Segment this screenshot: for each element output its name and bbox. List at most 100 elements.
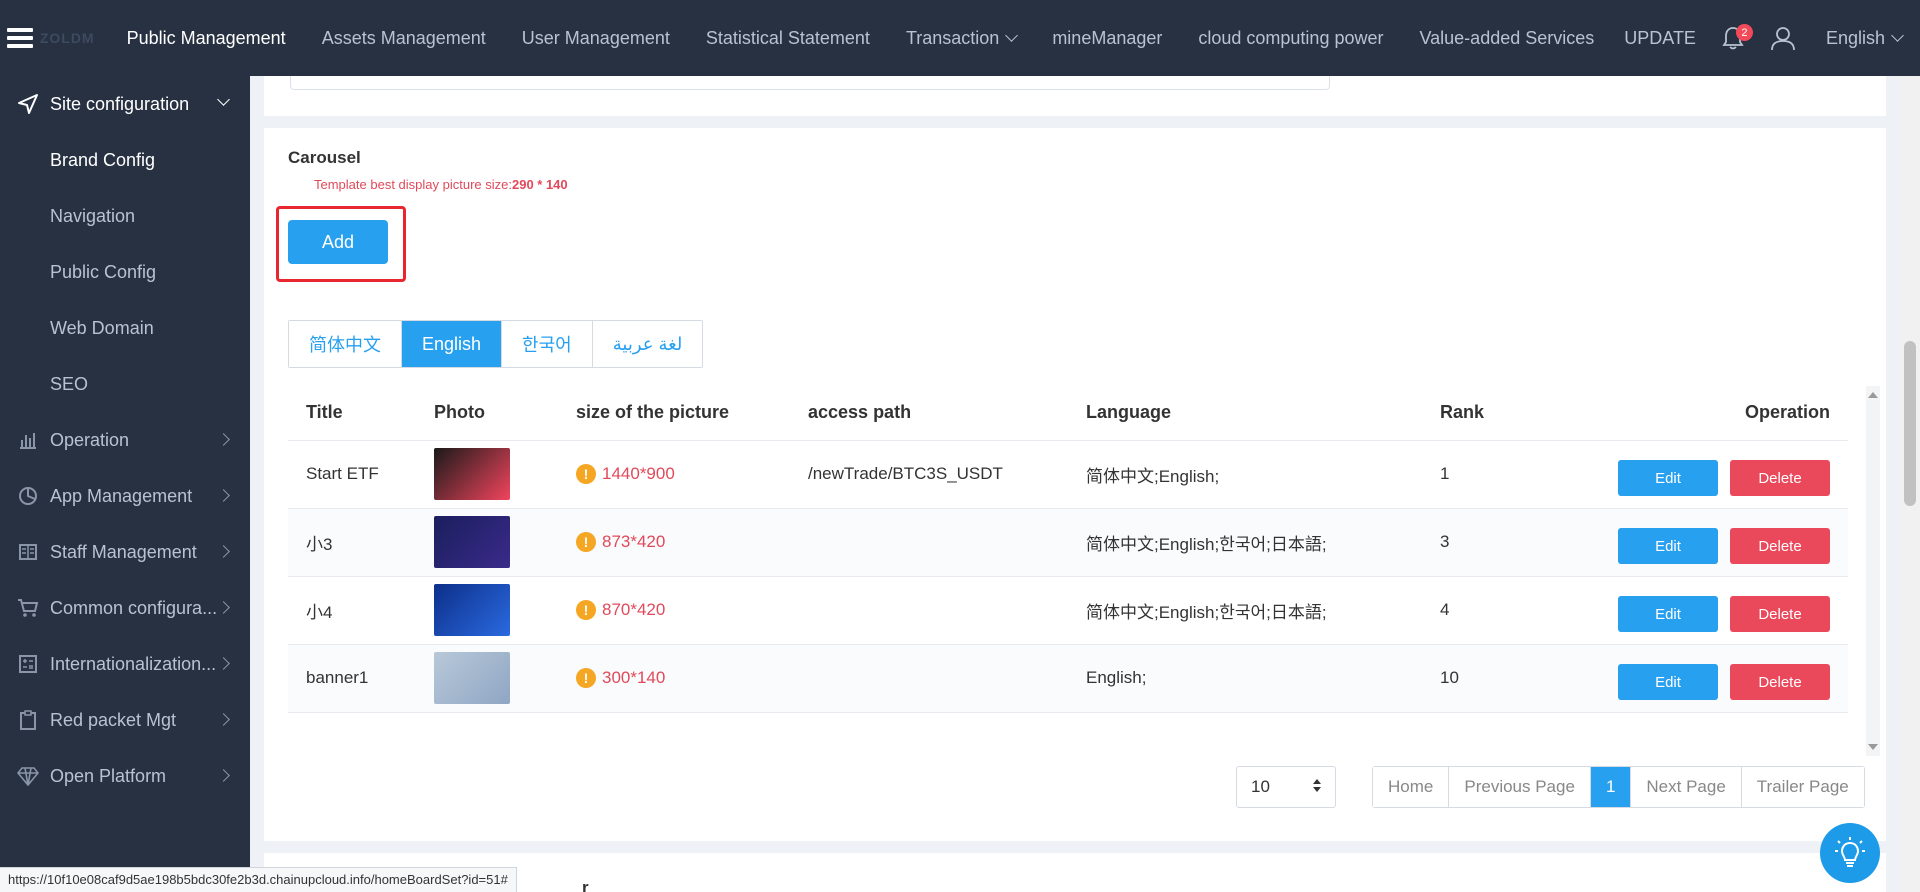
- sidebar-item-common-configuration[interactable]: Common configura...: [0, 580, 250, 636]
- warning-icon: !: [576, 600, 596, 620]
- notification-button[interactable]: 2: [1708, 0, 1758, 76]
- nav-assets-management[interactable]: Assets Management: [304, 0, 504, 76]
- delete-button[interactable]: Delete: [1730, 460, 1830, 496]
- edit-button[interactable]: Edit: [1618, 664, 1718, 700]
- nav-mine-manager[interactable]: mineManager: [1034, 0, 1180, 76]
- logo: ZOLDM: [39, 30, 95, 46]
- add-button[interactable]: Add: [288, 220, 388, 264]
- sidebar-item-open-platform[interactable]: Open Platform: [0, 748, 250, 804]
- table-row: Start ETF ! 1440*900 /newTrade/BTC3S_USDT…: [288, 440, 1848, 509]
- carousel-photo-thumbnail[interactable]: [434, 516, 510, 568]
- user-menu-button[interactable]: [1758, 0, 1808, 76]
- column-photo: Photo: [416, 386, 558, 441]
- row-language: English;: [1068, 644, 1422, 713]
- chevron-right-icon: [217, 489, 230, 502]
- sidebar-item-app-management[interactable]: App Management: [0, 468, 250, 524]
- tab-english[interactable]: English: [402, 321, 503, 367]
- chevron-right-icon: [217, 545, 230, 558]
- select-arrows-icon: [1313, 779, 1321, 792]
- table-header-row: Title Photo size of the picture access p…: [288, 386, 1848, 441]
- delete-button[interactable]: Delete: [1730, 596, 1830, 632]
- main-content: Carousel Template best display picture s…: [250, 76, 1900, 892]
- page-number-current[interactable]: 1: [1590, 767, 1632, 807]
- tab-simplified-chinese[interactable]: 简体中文: [289, 321, 402, 367]
- sidebar-item-navigation[interactable]: Navigation: [0, 188, 250, 244]
- chevron-down-icon: [217, 93, 230, 106]
- nav-public-management[interactable]: Public Management: [109, 0, 304, 76]
- bar-chart-icon: [16, 428, 40, 452]
- scrollbar-thumb[interactable]: [1904, 341, 1916, 506]
- nav-statistical-statement[interactable]: Statistical Statement: [688, 0, 888, 76]
- page-home[interactable]: Home: [1373, 767, 1450, 807]
- scroll-down-icon[interactable]: [1868, 744, 1878, 750]
- tab-korean[interactable]: 한국어: [502, 321, 593, 367]
- page-next[interactable]: Next Page: [1631, 767, 1742, 807]
- carousel-photo-thumbnail[interactable]: [434, 584, 510, 636]
- row-size: 873*420: [602, 532, 666, 551]
- edit-button[interactable]: Edit: [1618, 596, 1718, 632]
- previous-section-panel: [264, 76, 1886, 116]
- lightbulb-icon: [1835, 837, 1865, 867]
- size-hint: Template best display picture size:290 *…: [314, 177, 568, 192]
- carousel-table: Title Photo size of the picture access p…: [288, 386, 1858, 741]
- sidebar-item-seo[interactable]: SEO: [0, 356, 250, 412]
- carousel-photo-thumbnail[interactable]: [434, 448, 510, 500]
- page-previous[interactable]: Previous Page: [1449, 767, 1591, 807]
- edit-button[interactable]: Edit: [1618, 528, 1718, 564]
- nav-update[interactable]: UPDATE: [1612, 0, 1708, 76]
- help-button[interactable]: [1820, 823, 1880, 883]
- row-size: 1440*900: [602, 464, 675, 483]
- page-size-select[interactable]: 10: [1236, 766, 1336, 808]
- clipboard-icon: [16, 708, 40, 732]
- sidebar-item-web-domain[interactable]: Web Domain: [0, 300, 250, 356]
- page-scrollbar[interactable]: [1900, 76, 1920, 892]
- row-size: 300*140: [602, 668, 666, 687]
- row-size: 870*420: [602, 600, 666, 619]
- sidebar-item-operation[interactable]: Operation: [0, 412, 250, 468]
- diamond-icon: [16, 764, 40, 788]
- sidebar-item-staff-management[interactable]: Staff Management: [0, 524, 250, 580]
- sidebar-item-red-packet-mgt[interactable]: Red packet Mgt: [0, 692, 250, 748]
- sidebar-item-brand-config[interactable]: Brand Config: [0, 132, 250, 188]
- nav-transaction[interactable]: Transaction: [888, 0, 1034, 76]
- nav-value-added-services[interactable]: Value-added Services: [1401, 0, 1612, 76]
- row-rank: 1: [1422, 440, 1572, 509]
- sidebar-item-public-config[interactable]: Public Config: [0, 244, 250, 300]
- column-size: size of the picture: [558, 386, 790, 441]
- chevron-down-icon: [1891, 29, 1904, 42]
- carousel-panel: Carousel Template best display picture s…: [264, 128, 1886, 841]
- previous-section-field: [290, 76, 1330, 90]
- row-access-path: [790, 644, 1068, 713]
- delete-button[interactable]: Delete: [1730, 664, 1830, 700]
- delete-button[interactable]: Delete: [1730, 528, 1830, 564]
- user-icon: [1771, 27, 1795, 51]
- nav-user-management[interactable]: User Management: [504, 0, 688, 76]
- language-selector[interactable]: English: [1808, 0, 1920, 76]
- send-icon: [16, 92, 40, 116]
- pagination: Home Previous Page 1 Next Page Trailer P…: [1372, 766, 1865, 808]
- top-nav: Public Management Assets Management User…: [109, 0, 1920, 76]
- table-row: 小4 ! 870*420 简体中文;English;한국어;日本語; 4 Edit…: [288, 576, 1848, 645]
- nav-cloud-computing-power[interactable]: cloud computing power: [1180, 0, 1401, 76]
- table-scrollbar[interactable]: [1866, 386, 1880, 756]
- sidebar-group-site-configuration[interactable]: Site configuration: [0, 76, 250, 132]
- carousel-photo-thumbnail[interactable]: [434, 652, 510, 704]
- chevron-right-icon: [217, 433, 230, 446]
- table-row: banner1 ! 300*140 English; 10 Edit Delete: [288, 644, 1848, 713]
- scroll-up-icon[interactable]: [1868, 392, 1878, 398]
- row-title: banner1: [288, 644, 416, 713]
- warning-icon: !: [576, 532, 596, 552]
- row-language: 简体中文;English;한국어;日本語;: [1068, 508, 1422, 577]
- sidebar-item-internationalization[interactable]: Internationalization...: [0, 636, 250, 692]
- status-bar-url: https://10f10e08caf9d5ae198b5bdc30fe2b3d…: [0, 867, 517, 892]
- row-rank: 4: [1422, 576, 1572, 645]
- menu-toggle-button[interactable]: [0, 0, 40, 76]
- tab-arabic[interactable]: لغة عربية: [592, 321, 703, 367]
- notification-badge: 2: [1735, 24, 1753, 41]
- edit-button[interactable]: Edit: [1618, 460, 1718, 496]
- page-trailer[interactable]: Trailer Page: [1741, 767, 1864, 807]
- chevron-right-icon: [217, 713, 230, 726]
- row-rank: 10: [1422, 644, 1572, 713]
- chevron-right-icon: [217, 769, 230, 782]
- hamburger-icon: [6, 28, 33, 48]
